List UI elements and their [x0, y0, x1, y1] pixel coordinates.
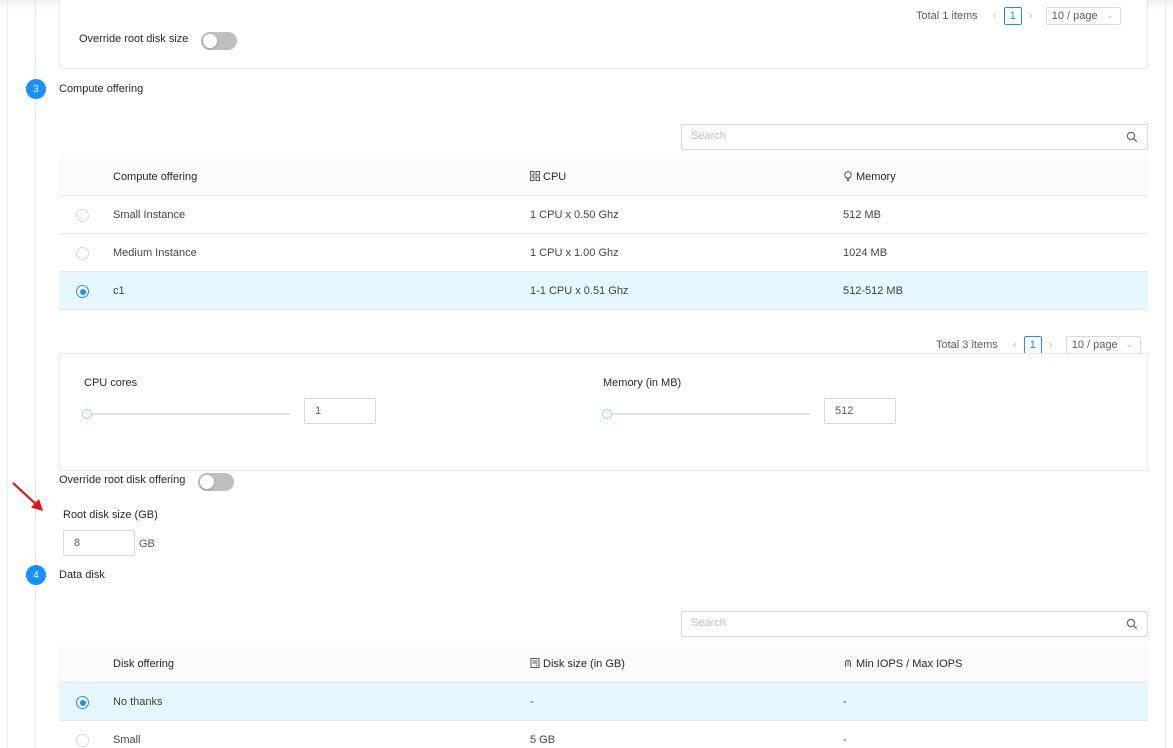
toggle-knob: [200, 475, 214, 489]
page-number[interactable]: 1: [1023, 336, 1042, 354]
disk-name: Small: [113, 734, 141, 746]
row-radio[interactable]: [76, 209, 89, 222]
top-pagination: Total 1 items ‹ 1 › 10 / page ⌄: [916, 7, 1121, 25]
pagination-total: Total 3 items: [936, 339, 998, 351]
compute-search-input[interactable]: [691, 130, 1111, 142]
offering-memory: 512-512 MB: [843, 285, 903, 297]
table-row[interactable]: Small 5 GB -: [59, 721, 1148, 748]
offering-cpu: 1-1 CPU x 0.51 Ghz: [530, 285, 629, 297]
prev-page-icon[interactable]: ‹: [989, 10, 1001, 22]
search-icon[interactable]: [1126, 618, 1138, 630]
right-edge: [1165, 0, 1166, 748]
memory-input[interactable]: 512: [824, 398, 896, 424]
cpu-header-label: CPU: [543, 171, 567, 183]
page-size-value: 10 / page: [1071, 339, 1118, 351]
memory-label: Memory (in MB): [603, 377, 682, 389]
disk-search-box: [681, 611, 1148, 637]
left-edge: [7, 0, 8, 748]
compute-search-box: [681, 124, 1148, 150]
next-page-icon[interactable]: ›: [1025, 10, 1037, 22]
override-root-disk-size-label: Override root disk size: [79, 33, 189, 45]
hdd-icon: [530, 658, 540, 668]
compute-pagination: Total 3 items ‹ 1 › 10 / page ⌄: [936, 336, 1141, 354]
table-row[interactable]: No thanks - -: [59, 683, 1148, 721]
pagination-total: Total 1 items: [916, 10, 978, 22]
page-number[interactable]: 1: [1003, 7, 1022, 25]
cpu-cores-label: CPU cores: [84, 377, 138, 389]
cpu-cores-slider[interactable]: [87, 413, 290, 415]
disk-search-input[interactable]: [691, 617, 1111, 629]
memory-slider-handle[interactable]: [602, 409, 612, 419]
offering-cpu: 1 CPU x 0.50 Ghz: [530, 209, 619, 221]
page-size-select[interactable]: 10 / page ⌄: [1045, 7, 1121, 25]
column-header-iops: Min IOPS / Max IOPS: [843, 645, 962, 683]
disk-size: 5 GB: [530, 734, 556, 746]
disk-iops: -: [843, 734, 847, 746]
toggle-knob: [203, 34, 217, 48]
column-header-disk-size: Disk size (in GB): [530, 645, 625, 683]
memory-slider[interactable]: [607, 413, 810, 415]
offering-name: Medium Instance: [113, 247, 197, 259]
override-root-disk-offering-toggle[interactable]: [198, 473, 234, 491]
offering-name: c1: [113, 285, 125, 297]
next-page-icon[interactable]: ›: [1045, 339, 1057, 351]
column-header-memory: Memory: [843, 158, 896, 196]
chevron-down-icon: ⌄: [1125, 339, 1134, 350]
annotation-arrow-icon: [12, 482, 43, 511]
row-radio[interactable]: [76, 696, 89, 709]
step-title-data-disk: Data disk: [59, 569, 105, 581]
table-row[interactable]: c1 1-1 CPU x 0.51 Ghz 512-512 MB: [59, 272, 1148, 310]
table-row[interactable]: Medium Instance 1 CPU x 1.00 Ghz 1024 MB: [59, 234, 1148, 272]
root-disk-size-label: Root disk size (GB): [63, 509, 158, 521]
row-radio[interactable]: [76, 734, 89, 747]
offering-memory: 1024 MB: [843, 247, 888, 259]
offering-name: Small Instance: [113, 209, 186, 221]
offering-memory: 512 MB: [843, 209, 881, 221]
prev-page-icon[interactable]: ‹: [1009, 339, 1021, 351]
row-radio[interactable]: [76, 247, 89, 260]
table-row[interactable]: Small Instance 1 CPU x 0.50 Ghz 512 MB: [59, 196, 1148, 234]
override-root-disk-size-toggle[interactable]: [201, 32, 237, 50]
deploy-vm-form: Total 1 items ‹ 1 › 10 / page ⌄ Override …: [0, 0, 1173, 748]
page-size-value: 10 / page: [1051, 10, 1098, 22]
row-radio[interactable]: [76, 285, 89, 298]
step-title-compute-offering: Compute offering: [59, 83, 144, 95]
iops-header-label: Min IOPS / Max IOPS: [856, 658, 963, 670]
cpu-cores-slider-handle[interactable]: [82, 409, 92, 419]
chevron-down-icon: ⌄: [1105, 10, 1114, 21]
dashboard-icon: [845, 659, 851, 667]
column-header-disk-offering: Disk offering: [113, 658, 174, 670]
step-number: 3: [26, 79, 46, 99]
cpu-cores-input[interactable]: 1: [304, 398, 376, 424]
step-number: 4: [26, 565, 46, 585]
cpu-icon: [530, 171, 540, 181]
root-disk-size-unit: GB: [139, 538, 155, 550]
disk-name: No thanks: [113, 696, 163, 708]
override-root-disk-offering-label: Override root disk offering: [59, 474, 186, 486]
compute-table-header: Compute offering CPU Memory: [59, 158, 1148, 196]
step-connector: [35, 0, 36, 79]
offering-cpu: 1 CPU x 1.00 Ghz: [530, 247, 619, 259]
disk-iops: -: [843, 696, 847, 708]
disk-size-header-label: Disk size (in GB): [543, 658, 625, 670]
disk-table-header: Disk offering Disk size (in GB) Min IOPS…: [59, 645, 1148, 683]
page-size-select[interactable]: 10 / page ⌄: [1065, 336, 1141, 354]
column-header-cpu: CPU: [530, 158, 566, 196]
bulb-icon: [844, 171, 852, 181]
step-connector: [35, 585, 36, 748]
memory-header-label: Memory: [856, 171, 896, 183]
root-disk-size-input[interactable]: 8: [63, 530, 135, 556]
disk-size: -: [530, 696, 534, 708]
search-icon[interactable]: [1126, 131, 1138, 143]
column-header-compute-offering: Compute offering: [113, 171, 198, 183]
